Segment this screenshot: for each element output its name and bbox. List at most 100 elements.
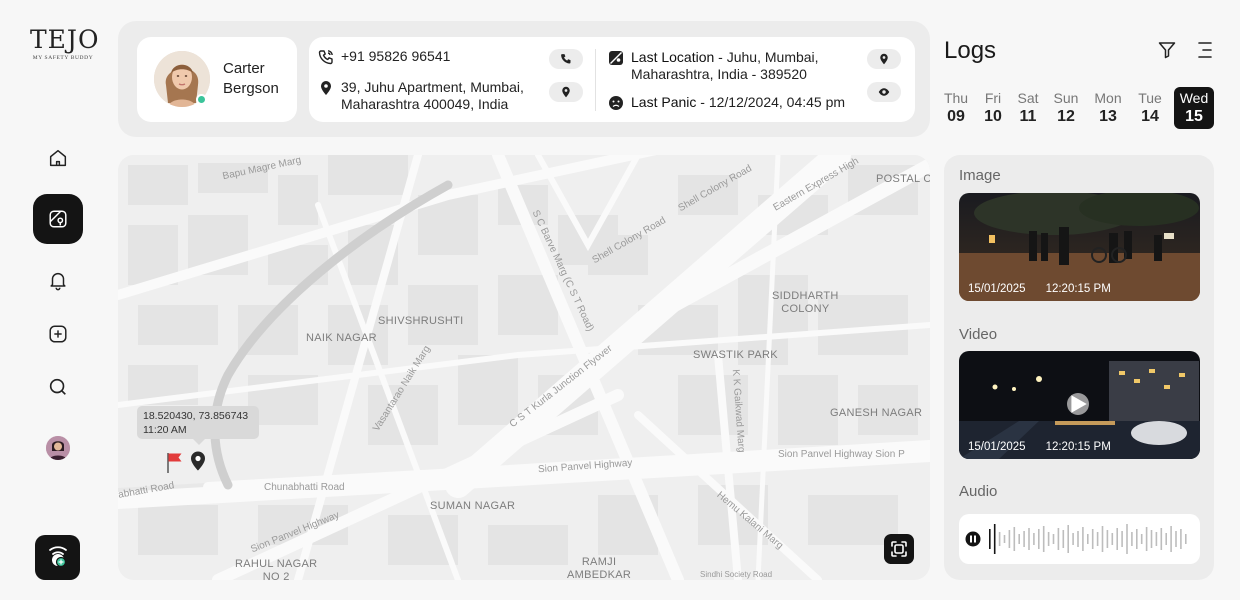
- phone-number: +91 95826 96541: [341, 48, 451, 64]
- waveform-bar: [1180, 529, 1182, 549]
- last-location-line-1: - Juhu, Mumbai,: [714, 49, 819, 65]
- day-thu[interactable]: Thu 09: [936, 87, 976, 129]
- waveform-bar: [1160, 528, 1163, 550]
- day-name: Tue: [1138, 90, 1162, 106]
- nav-notifications-button[interactable]: [33, 255, 83, 305]
- waveform-bar: [1033, 533, 1035, 545]
- waveform-bar: [1087, 534, 1089, 544]
- day-wed[interactable]: Wed 15: [1174, 87, 1214, 129]
- last-location-button[interactable]: [867, 49, 901, 69]
- last-location-label: Last Location: [631, 49, 715, 65]
- audio-waveform: [965, 524, 1187, 554]
- waveform-bar: [1140, 534, 1143, 544]
- tooltip-time: 11:20 AM: [143, 424, 187, 436]
- video-time: 12:20:15 PM: [1045, 441, 1111, 453]
- waveform-bar: [1150, 530, 1153, 548]
- day-mon[interactable]: Mon 13: [1088, 87, 1128, 129]
- last-panic-row: Last Panic - 12/12/2024, 04:45 pm: [608, 94, 845, 111]
- panic-app-button[interactable]: [35, 535, 80, 580]
- video-date: 15/01/2025: [968, 441, 1026, 453]
- profile-card[interactable]: Carter Bergson: [137, 37, 297, 122]
- avatar-image: [46, 436, 70, 460]
- phone-call-icon: [318, 50, 333, 65]
- nav-search-button[interactable]: [33, 362, 83, 412]
- phone-row: +91 95826 96541: [318, 48, 450, 65]
- fullscreen-button[interactable]: [884, 534, 914, 564]
- sidebar: TEJO MY SAFETY BUDDY: [0, 0, 115, 600]
- location-pin-icon: [562, 86, 570, 98]
- day-date: 10: [984, 108, 1002, 125]
- search-icon: [49, 378, 66, 395]
- last-location-row: Last Location - Juhu, Mumbai, Maharashtr…: [608, 49, 819, 83]
- panic-face-icon: [609, 96, 623, 110]
- map-pin-icon[interactable]: [190, 451, 206, 471]
- waveform-bar: [998, 532, 1001, 546]
- waveform-bar: [1067, 525, 1069, 553]
- contact-info-card: +91 95826 96541 39, Juhu Apartment, Mumb…: [309, 37, 915, 122]
- road-label: Chunabhatti Road: [264, 482, 345, 493]
- phone-icon: [561, 54, 571, 64]
- day-sat[interactable]: Sat 11: [1008, 87, 1048, 129]
- waveform-bar: [1077, 531, 1079, 547]
- location-pin-icon: [321, 81, 331, 95]
- area-label-line: COLONY: [781, 303, 830, 315]
- image-thumbnail[interactable]: 15/01/2025 12:20:15 PM: [959, 193, 1200, 301]
- waveform-bar: [1023, 531, 1025, 547]
- nav-home-button[interactable]: [33, 133, 83, 183]
- waveform-bar: [1126, 524, 1128, 554]
- home-icon: [49, 149, 67, 167]
- waveform-bar: [1136, 529, 1138, 549]
- video-section-title: Video: [959, 326, 998, 343]
- menu-icon[interactable]: [1197, 41, 1213, 59]
- last-panic-value: - 12/12/2024, 04:45 pm: [696, 94, 846, 110]
- address-locate-button[interactable]: [549, 82, 583, 102]
- day-tue[interactable]: Tue 14: [1130, 87, 1170, 129]
- day-date: 11: [1019, 108, 1037, 125]
- waveform-bar: [1096, 532, 1099, 546]
- pause-icon[interactable]: [965, 531, 981, 547]
- waveform-bar: [1018, 534, 1020, 544]
- address-line-1: 39, Juhu Apartment, Mumbai,: [341, 79, 524, 95]
- online-status-dot: [196, 94, 207, 105]
- area-label: SIDDHARTH COLONY: [772, 290, 839, 316]
- address-line-2: Maharashtra 400049, India: [341, 96, 509, 112]
- waveform-bar: [1116, 528, 1118, 550]
- day-sun[interactable]: Sun 12: [1046, 87, 1086, 129]
- area-label: POSTAL C: [876, 173, 930, 185]
- view-panic-button[interactable]: [867, 82, 901, 102]
- day-name: Mon: [1094, 90, 1122, 106]
- profile-last-name: Bergson: [223, 80, 279, 97]
- area-label-line: SIDDHARTH: [772, 290, 839, 302]
- filter-icon[interactable]: [1158, 41, 1176, 59]
- map-canvas: [118, 155, 930, 580]
- flag-icon[interactable]: [165, 451, 185, 473]
- area-label: RAHUL NAGAR NO 2: [235, 558, 317, 580]
- day-name: Thu: [943, 90, 969, 106]
- call-button[interactable]: [549, 49, 583, 69]
- area-label: RAMJI AMBEDKAR: [567, 556, 631, 580]
- image-section-title: Image: [959, 167, 1001, 184]
- waveform-bar: [1091, 529, 1094, 549]
- area-label-line: AMBEDKAR: [567, 569, 632, 580]
- logo-tagline: MY SAFETY BUDDY: [32, 55, 94, 61]
- location-map[interactable]: NAIK NAGAR SHIVSHRUSHTI SIDDHARTH COLONY…: [118, 155, 930, 580]
- road-label: Sindhi Society Road: [700, 570, 773, 579]
- waveform-bar: [1165, 533, 1167, 545]
- video-play-button[interactable]: [1067, 393, 1089, 415]
- nav-add-button[interactable]: [33, 309, 83, 359]
- audio-player[interactable]: [959, 514, 1200, 564]
- waveform-bar: [1082, 527, 1084, 551]
- area-label-line: RAMJI: [581, 556, 617, 568]
- nav-map-button[interactable]: [33, 194, 83, 244]
- user-avatar[interactable]: [46, 436, 70, 460]
- day-date: 15: [1185, 108, 1203, 125]
- road-label: Sion Panvel Highway Sion P: [778, 449, 905, 460]
- day-fri[interactable]: Fri 10: [973, 87, 1013, 129]
- plus-square-icon: [49, 325, 67, 343]
- logo-word: TEJO: [30, 25, 100, 54]
- day-date: 09: [947, 108, 965, 125]
- waveform-bar: [1145, 527, 1148, 551]
- logs-title: Logs: [944, 37, 997, 64]
- area-label-line: RAHUL NAGAR: [235, 558, 318, 570]
- video-thumbnail[interactable]: 15/01/2025 12:20:15 PM: [959, 351, 1200, 459]
